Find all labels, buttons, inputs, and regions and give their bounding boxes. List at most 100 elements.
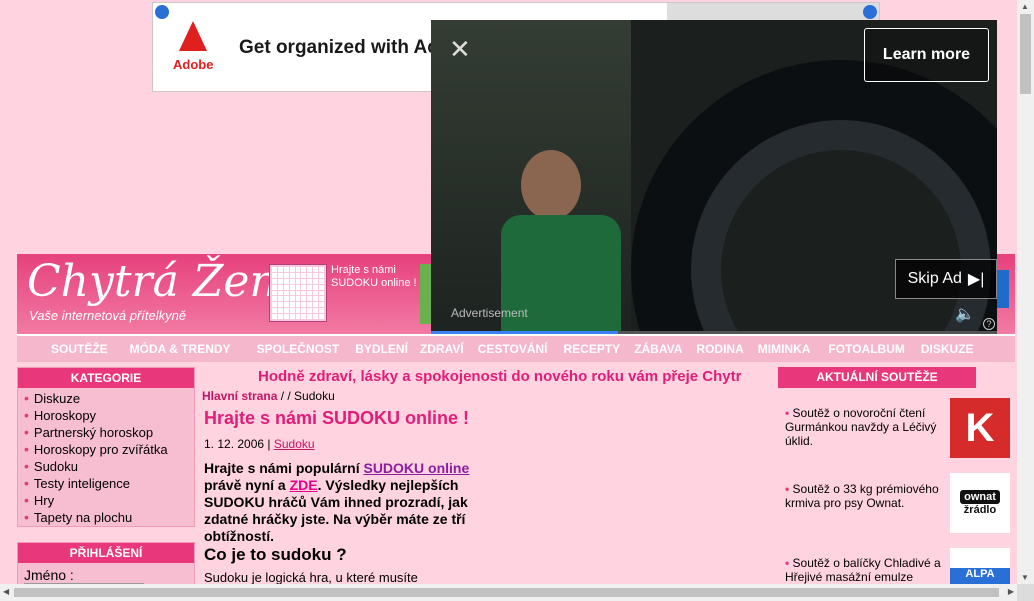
sudoku-cell [272,314,277,319]
category-item[interactable]: Partnerský horoskop [24,424,194,441]
nav-item-moda[interactable]: MÓDA & TRENDY [130,342,231,356]
nav-item-spolecnost[interactable]: SPOLEČNOST [257,342,340,356]
sudoku-cell [277,308,283,314]
zde-link[interactable]: ZDE [290,477,318,493]
lead-text-2: právě nyní a [204,477,290,493]
sudoku-cell [319,284,324,290]
sudoku-cell [319,278,324,284]
category-item[interactable]: Diskuze [24,390,194,407]
scroll-down-icon[interactable]: ▼ [1021,573,1029,582]
sudoku-cell [295,308,301,314]
categories-title: KATEGORIE [18,368,194,388]
nav-item-fotoalbum[interactable]: FOTOALBUM [828,342,904,356]
sudoku-cell [301,314,307,319]
nav-item-recepty[interactable]: RECEPTY [564,342,621,356]
scroll-up-icon[interactable]: ▲ [1021,2,1029,11]
alpa-logo-bar: ALPA [950,568,1010,584]
vertical-scrollbar[interactable]: ▲ ▼ [1017,0,1034,584]
sudoku-cell [272,284,277,290]
volume-icon[interactable]: 🔈 [955,304,975,324]
nav-item-zdravi[interactable]: ZDRAVÍ [420,342,464,356]
sudoku-cell [313,284,319,290]
sudoku-cell [307,308,313,314]
category-item[interactable]: Tapety na plochu [24,509,194,526]
vertical-scroll-thumb[interactable] [1020,14,1031,94]
sudoku-cell [307,278,313,284]
main-nav: SOUTĚŽE MÓDA & TRENDY SPOLEČNOST BYDLENÍ… [17,334,1015,362]
article-title: Hrajte s námi SUDOKU online ! [204,408,470,428]
sudoku-cell [301,308,307,314]
adobe-mark-icon [179,21,207,51]
sudoku-cell [301,267,307,272]
sudoku-cell [319,272,324,278]
scroll-right-icon[interactable]: ▶ [1008,587,1014,596]
video-ad-overlay[interactable]: ✕ Learn more Skip Ad ▶| Advertisement 🔈 … [431,20,997,334]
site-name: Chytrá Žena [27,256,304,307]
sudoku-cell [283,314,289,319]
sudoku-cell [272,308,277,314]
nav-item-miminka[interactable]: MIMINKA [758,342,811,356]
sudoku-cell [301,278,307,284]
competition-item[interactable]: Soutěž o 33 kg prémiového krmiva pro psy… [785,482,947,510]
skip-ad-button[interactable]: Skip Ad ▶| [895,259,997,299]
sudoku-cell [313,290,319,296]
adchoices-icon[interactable] [155,5,169,19]
sudoku-cell [272,296,277,302]
sudoku-online-link[interactable]: SUDOKU online [363,460,469,476]
sudoku-cell [313,278,319,284]
nav-item-bydleni[interactable]: BYDLENÍ [355,342,408,356]
login-title: PŘIHLÁŠENÍ [18,543,194,563]
sudoku-cell [289,267,295,272]
category-item[interactable]: Sudoku [24,458,194,475]
nav-item-diskuze[interactable]: DISKUZE [921,342,974,356]
sudoku-cell [313,267,319,272]
sudoku-cell [307,267,313,272]
sudoku-cell [272,278,277,284]
nav-item-rodina[interactable]: RODINA [696,342,743,356]
header-promo-text[interactable]: Hrajte s námi SUDOKU online ! [331,264,421,290]
alpa-logo[interactable]: ALPA [950,548,1010,584]
sudoku-cell [301,272,307,278]
skip-ad-label: Skip Ad [907,270,962,287]
breadcrumb-rest: / / Sudoku [277,389,335,403]
adchoices-icon-right[interactable] [863,5,877,19]
category-item[interactable]: Hry [24,492,194,509]
help-icon[interactable]: ? [983,318,995,330]
category-item[interactable]: Horoskopy pro zvířátka [24,441,194,458]
sudoku-cell [295,284,301,290]
sudoku-cell [319,302,324,308]
sudoku-cell [289,296,295,302]
category-item[interactable]: Horoskopy [24,407,194,424]
breadcrumb-home[interactable]: Hlavní strana [202,389,277,403]
site-logo[interactable]: Chytrá Žena Vaše internetová přítelkyně [27,256,304,323]
sudoku-cell [319,308,324,314]
learn-more-button[interactable]: Learn more [864,28,989,82]
nav-item-zabava[interactable]: ZÁBAVA [634,342,682,356]
sudoku-cell [289,314,295,319]
sudoku-cell [289,308,295,314]
sudoku-cell [277,290,283,296]
close-icon[interactable]: ✕ [449,36,471,62]
article-category-link[interactable]: Sudoku [274,437,315,451]
nav-item-souteze[interactable]: SOUTĚŽE [51,342,108,356]
sudoku-thumbnail[interactable] [269,264,327,322]
horizontal-scroll-thumb[interactable] [14,588,999,597]
sudoku-cell [277,314,283,319]
competition-item[interactable]: Soutěž o balíčky Chladivé a Hřejivé masá… [785,556,947,584]
category-item[interactable]: Testy inteligence [24,475,194,492]
sudoku-cell [319,314,324,319]
kk-logo[interactable]: K [950,398,1010,458]
categories-list: Diskuze Horoskopy Partnerský horoskop Ho… [18,388,194,526]
ownat-logo[interactable]: ownat žrádlo [950,473,1010,533]
sudoku-cell [272,272,277,278]
horizontal-scrollbar[interactable]: ◀ ▶ [0,584,1017,601]
breadcrumb: Hlavní strana / / Sudoku [202,389,335,403]
competition-item[interactable]: Soutěž o novoroční čtení Gurmánkou navžd… [785,406,947,448]
sudoku-cell [319,296,324,302]
sudoku-cell [295,314,301,319]
sudoku-cell [277,302,283,308]
sudoku-cell [283,267,289,272]
scroll-left-icon[interactable]: ◀ [3,587,9,596]
nav-item-cestovani[interactable]: CESTOVÁNÍ [478,342,548,356]
sudoku-cell [289,284,295,290]
